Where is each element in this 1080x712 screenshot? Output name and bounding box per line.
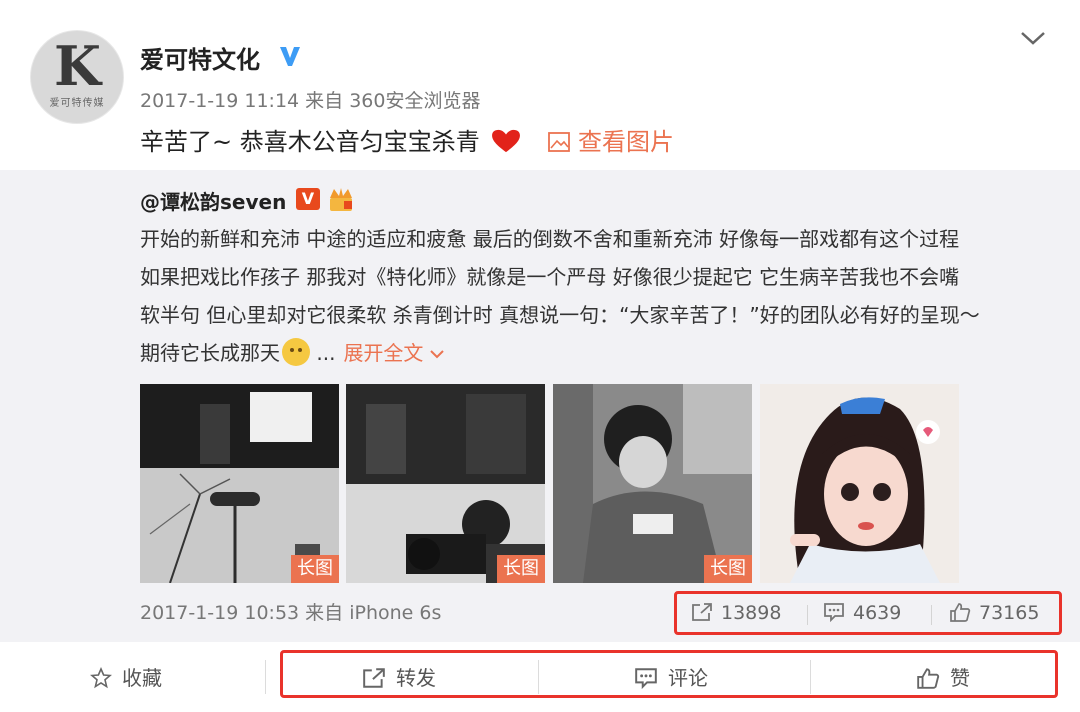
expand-full-text-link[interactable]: 展开全文	[343, 341, 445, 365]
avatar-logo-text: 爱可特传媒	[49, 98, 105, 109]
thumbnail-image-1[interactable]: 长图	[140, 384, 339, 583]
film-set-lights-photo	[140, 384, 339, 583]
repost-text-line-last: 期待它长成那天 ... 展开全文	[140, 334, 1050, 372]
long-image-badge: 长图	[291, 555, 339, 583]
divider	[538, 660, 539, 694]
weibo-post: K 爱可特传媒 爱可特文化 2017-1-19 11:14 来自 360安全浏览…	[0, 0, 1080, 712]
star-icon	[90, 666, 112, 689]
repost-text-line: 软半句 但心里却对它很柔软 杀青倒计时 真想说一句：“大家辛苦了！”好的团队必有…	[140, 303, 980, 327]
comment-button[interactable]: 评论	[634, 662, 708, 691]
actor-hoodie-photo	[553, 384, 752, 583]
favorite-label: 收藏	[122, 666, 162, 690]
repost-text-line: 如果把戏比作孩子 那我对《特化师》就像是一个严母 好像很少提起它 它生病辛苦我也…	[140, 265, 960, 289]
divider	[931, 605, 932, 625]
share-icon	[363, 668, 385, 688]
post-meta: 2017-1-19 11:14 来自 360安全浏览器	[140, 90, 481, 112]
like-button[interactable]: 赞	[916, 662, 970, 691]
comment-icon	[824, 603, 844, 623]
comment-count-button[interactable]: 4639	[823, 602, 901, 624]
repost-count-button[interactable]: 13898	[691, 602, 781, 624]
repost-text-line: 期待它长成那天	[140, 341, 280, 365]
heart-emoji-icon	[492, 129, 521, 153]
favorite-button[interactable]: 收藏	[90, 662, 162, 691]
like-count-button[interactable]: 73165	[949, 602, 1039, 624]
divider	[265, 660, 266, 694]
post-content-text: 辛苦了~ 恭喜木公音匀宝宝杀青	[140, 128, 480, 156]
long-image-badge: 长图	[704, 555, 752, 583]
divider	[807, 605, 808, 625]
verified-v-badge: V	[296, 188, 320, 210]
author-name[interactable]: 爱可特文化	[140, 40, 260, 75]
like-label: 赞	[950, 666, 970, 690]
post-content: 辛苦了~ 恭喜木公音匀宝宝杀青	[140, 122, 523, 157]
repost-count: 13898	[721, 602, 782, 624]
thumbnail-image-2[interactable]: 长图	[346, 384, 545, 583]
like-count: 73165	[979, 602, 1040, 624]
thumbs-up-icon	[917, 668, 940, 689]
action-bar: 收藏 转发 评论 赞	[0, 642, 1080, 712]
thumbnail-image-4[interactable]	[760, 384, 959, 583]
repost-meta: 2017-1-19 10:53 来自 iPhone 6s	[140, 602, 442, 624]
avatar[interactable]: K 爱可特传媒	[30, 30, 124, 124]
comment-label: 评论	[668, 666, 708, 690]
chevron-down-icon	[430, 350, 445, 359]
view-image-label: 查看图片	[578, 128, 674, 156]
chevron-down-icon[interactable]	[1018, 28, 1048, 48]
divider	[810, 660, 811, 694]
avatar-logo: K	[54, 34, 101, 98]
expand-label: 展开全文	[343, 341, 424, 365]
actress-photo	[760, 384, 959, 583]
repost-text-line: 开始的新鲜和充沛 中途的适应和疲惫 最后的倒数不舍和重新充沛 好像每一部戏都有这…	[140, 227, 960, 251]
repost-block: @谭松韵seven V 开始的新鲜和充沛 中途的适应和疲惫 最后的倒数不舍和重新…	[0, 170, 1080, 642]
repost-text: 开始的新鲜和充沛 中途的适应和疲惫 最后的倒数不舍和重新充沛 好像每一部戏都有这…	[140, 220, 1050, 372]
thumbnail-image-3[interactable]: 长图	[553, 384, 752, 583]
crown-icon	[330, 188, 352, 211]
view-image-link[interactable]: 查看图片	[548, 122, 674, 157]
image-icon	[548, 132, 570, 152]
long-image-badge: 长图	[497, 555, 545, 583]
thumbs-up-icon	[950, 603, 971, 622]
smiley-emoji-icon	[282, 338, 310, 366]
repost-username[interactable]: @谭松韵seven	[140, 186, 286, 215]
verified-icon	[280, 47, 300, 66]
comment-icon	[635, 668, 657, 690]
comment-count: 4639	[853, 602, 902, 624]
ellipsis: ...	[316, 341, 336, 365]
repost-button[interactable]: 转发	[362, 662, 436, 691]
camera-operator-photo	[346, 384, 545, 583]
share-icon	[692, 603, 712, 621]
repost-stats-highlight: 13898 4639 73165	[674, 591, 1062, 635]
repost-label: 转发	[396, 666, 436, 690]
